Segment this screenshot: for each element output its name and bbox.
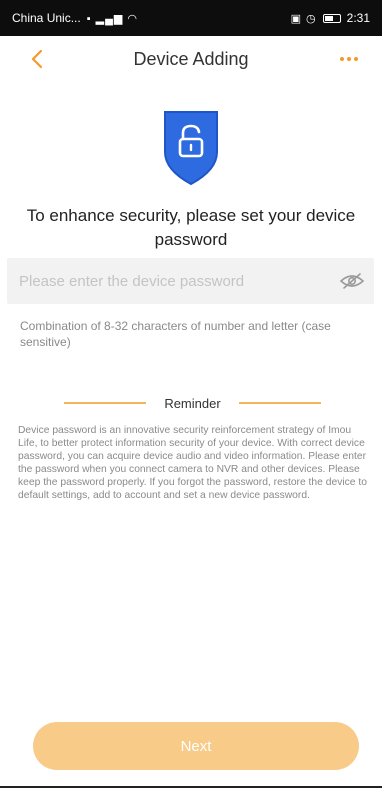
back-button[interactable] bbox=[24, 42, 50, 76]
reminder-divider: Reminder bbox=[20, 393, 365, 413]
carrier-name: China Unic... bbox=[12, 11, 81, 25]
reminder-label: Reminder bbox=[164, 395, 221, 411]
more-button[interactable] bbox=[334, 42, 364, 76]
signal-icon: ▪ ▂▄▆ ◠ bbox=[86, 12, 139, 25]
header: Device Adding bbox=[0, 36, 382, 82]
status-time: 2:31 bbox=[346, 11, 370, 25]
next-button[interactable]: Next bbox=[33, 722, 359, 770]
status-bar: China Unic... ▪ ▂▄▆ ◠ ▣ ◷ 2:31 bbox=[0, 0, 382, 36]
reminder-text: Device password is an innovative securit… bbox=[18, 425, 367, 501]
page-title: Device Adding bbox=[133, 48, 249, 69]
password-input[interactable] bbox=[7, 258, 330, 304]
security-heading: To enhance security, please set your dev… bbox=[26, 206, 356, 249]
more-dot bbox=[354, 57, 358, 61]
more-dot bbox=[340, 57, 344, 61]
bottom-divider bbox=[0, 786, 382, 788]
status-right: ▣ ◷ 2:31 bbox=[291, 11, 370, 25]
status-left: China Unic... ▪ ▂▄▆ ◠ bbox=[12, 11, 138, 25]
chevron-left-icon bbox=[31, 49, 43, 69]
more-dot bbox=[347, 57, 351, 61]
password-field bbox=[7, 258, 374, 304]
shield-lock-icon bbox=[161, 108, 221, 186]
eye-off-icon bbox=[339, 273, 365, 289]
password-hint: Combination of 8-32 characters of number… bbox=[20, 319, 331, 349]
password-visibility-toggle[interactable] bbox=[330, 258, 374, 304]
reminder-line-left bbox=[64, 402, 147, 404]
reminder-line-right bbox=[238, 402, 321, 404]
battery-icon bbox=[322, 13, 341, 23]
nfc-alarm-icons: ▣ ◷ bbox=[290, 12, 317, 25]
